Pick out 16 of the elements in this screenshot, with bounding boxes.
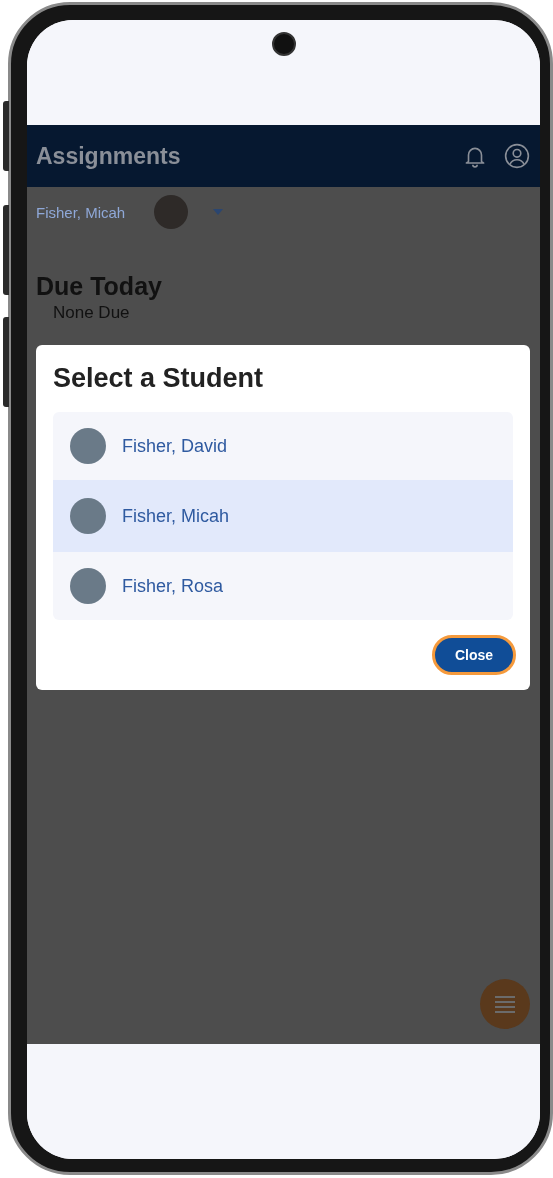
student-item[interactable]: Fisher, David [53,412,513,480]
page-title: Assignments [36,142,181,170]
user-icon[interactable] [504,143,530,169]
avatar-photo-placeholder [70,568,106,604]
close-button[interactable]: Close [432,635,516,675]
student-item[interactable]: Fisher, Micah [53,480,513,552]
menu-icon [493,994,517,1014]
dialog-title: Select a Student [53,363,265,394]
avatar-photo-placeholder [70,428,106,464]
student-item[interactable]: Fisher, Rosa [53,552,513,620]
student-name[interactable]: Fisher, Micah [36,203,126,221]
section-heading: Due Today [36,272,163,301]
avatar-photo-placeholder [70,498,106,534]
empty-message: None Due [53,303,131,323]
avatar-photo-placeholder [154,195,189,229]
camera-icon [271,32,296,56]
